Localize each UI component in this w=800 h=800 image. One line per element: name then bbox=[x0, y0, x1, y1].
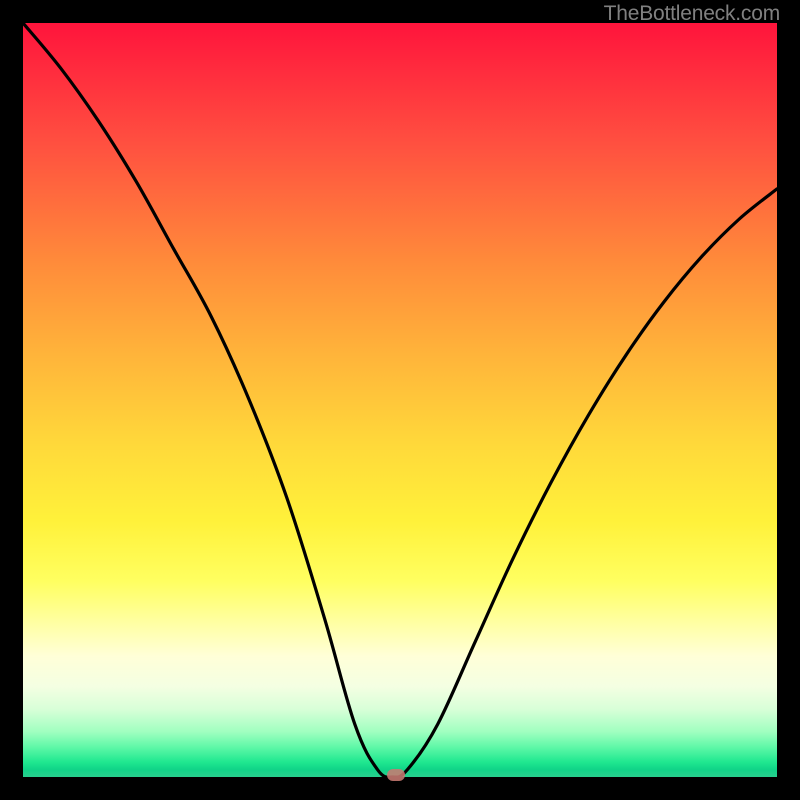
bottleneck-curve bbox=[23, 23, 777, 777]
plot-area bbox=[23, 23, 777, 777]
chart-frame: TheBottleneck.com bbox=[0, 0, 800, 800]
optimal-point-marker bbox=[387, 769, 405, 781]
